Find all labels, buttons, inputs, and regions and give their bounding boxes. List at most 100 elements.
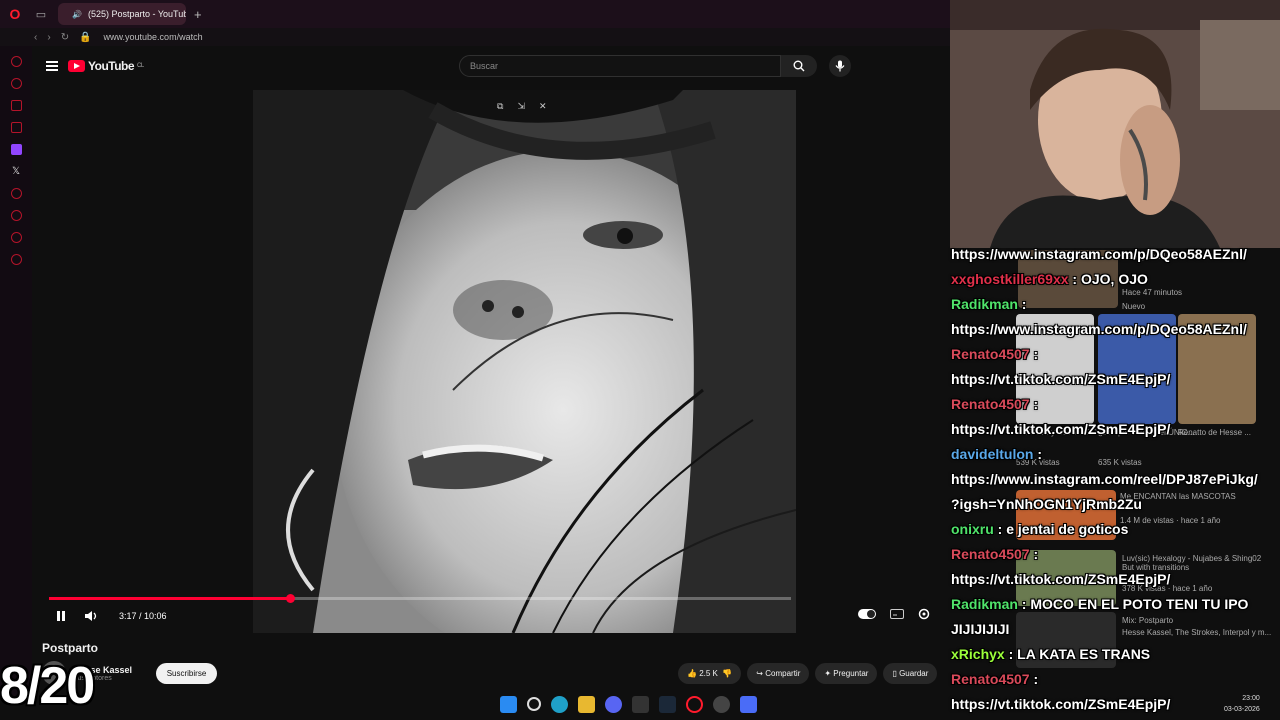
youtube-header: YouTube CL Buscar <box>32 46 950 86</box>
chat-message: Radikman : MOCO EN EL POTO TENI TU IPO <box>951 592 1280 617</box>
tab-title: (525) Postparto - YouTube <box>87 9 186 19</box>
address-bar: ‹ › ↻ 🔒 www.youtube.com/watch <box>0 28 950 46</box>
speaker-icon[interactable]: 🔊 <box>72 10 82 19</box>
progress-bar[interactable] <box>49 594 791 603</box>
search-icon[interactable] <box>527 697 541 711</box>
chat-separator: : <box>1029 396 1039 412</box>
chat-text: OJO, OJO <box>1080 271 1148 287</box>
chat-username[interactable]: xRichyx <box>951 646 1005 662</box>
new-tab-button[interactable]: + <box>194 7 202 22</box>
chat-message: https://vt.tiktok.com/ZSmE4EpjP/ <box>951 367 1280 392</box>
chat-separator: : <box>1029 546 1039 562</box>
sidebar-pinboard-icon[interactable] <box>10 232 22 243</box>
chat-username[interactable]: Renato4507 <box>951 671 1030 687</box>
chat-message: xRichyx : LA KATA ES TRANS <box>951 642 1280 667</box>
chat-message: JIJIJIJIJI <box>951 617 1280 642</box>
chat-text: MOCO EN EL POTO TENI TU IPO <box>1030 596 1249 612</box>
album-cover-image <box>253 90 796 633</box>
sidebar-app-icon[interactable] <box>10 100 22 111</box>
sidebar-twitch-icon[interactable] <box>10 144 22 155</box>
share-button[interactable]: ↪ Compartir <box>747 663 810 684</box>
ask-label: Preguntar <box>833 669 869 678</box>
windows-start-icon[interactable] <box>500 696 517 713</box>
save-button[interactable]: ▯ Guardar <box>883 663 938 684</box>
subtitles-icon[interactable] <box>890 609 904 619</box>
chat-separator: : <box>1033 446 1043 462</box>
edge-icon[interactable] <box>551 696 568 713</box>
chat-text: LA KATA ES TRANS <box>1017 646 1151 662</box>
time-display: 3:17 / 10:06 <box>119 611 167 621</box>
pause-icon[interactable] <box>49 609 73 623</box>
steam-icon[interactable] <box>659 696 676 713</box>
chat-username[interactable]: Renato4507 <box>951 546 1030 562</box>
chat-separator: : <box>1068 271 1081 287</box>
sidebar-mail-icon[interactable] <box>10 122 22 133</box>
obs-icon[interactable] <box>713 696 730 713</box>
chat-separator: : <box>1017 296 1027 312</box>
chat-text: https://vt.tiktok.com/ZSmE4EpjP/ <box>951 421 1171 437</box>
tab-youtube[interactable]: 🔊 (525) Postparto - YouTube <box>58 3 186 25</box>
screen: O ▭ 🔊 (525) Postparto - YouTube + ‹ › ↻ … <box>0 0 1280 720</box>
tab-switcher-icon[interactable]: ▭ <box>30 8 52 21</box>
chat-text: https://www.instagram.com/p/DQeo58AEZnl/ <box>951 246 1247 262</box>
like-button[interactable]: 👍 2.5 K 👎 <box>678 663 742 684</box>
video-title: Postparto <box>42 641 99 655</box>
system-clock[interactable]: 23:00 03-03-2026 <box>1224 693 1260 715</box>
settings-icon[interactable] <box>918 608 930 620</box>
sidebar-settings-icon[interactable] <box>10 254 22 265</box>
chat-username[interactable]: Renato4507 <box>951 396 1030 412</box>
file-explorer-icon[interactable] <box>578 696 595 713</box>
opera-gx-icon[interactable] <box>686 696 703 713</box>
miniplayer-icon[interactable]: ⧉ <box>497 101 503 112</box>
voice-search-button[interactable] <box>829 55 851 77</box>
chat-message: Renato4507 : <box>951 392 1280 417</box>
volume-icon[interactable] <box>81 609 105 623</box>
chat-username[interactable]: Radikman <box>951 296 1018 312</box>
search-icon <box>793 60 805 72</box>
share-label: Compartir <box>765 669 801 678</box>
youtube-logo[interactable]: YouTube CL <box>68 59 144 73</box>
menu-icon[interactable] <box>46 59 58 74</box>
chat-username[interactable]: xxghostkiller69xx <box>951 271 1069 287</box>
chat-message: ?igsh=YnNhOGN1YjRmb2Zu <box>951 492 1280 517</box>
reload-icon[interactable]: ↻ <box>61 32 69 43</box>
subscribe-button[interactable]: Suscribirse <box>156 663 217 684</box>
opera-logo-icon[interactable]: O <box>0 0 30 28</box>
chat-message: Renato4507 : <box>951 542 1280 567</box>
search-button[interactable] <box>781 55 817 77</box>
sidebar-player-icon[interactable] <box>10 188 22 199</box>
chat-username[interactable]: Radikman <box>951 596 1018 612</box>
chat-username[interactable]: davideltulon <box>951 446 1033 462</box>
url-field[interactable]: www.youtube.com/watch <box>104 32 203 42</box>
video-player[interactable] <box>253 90 796 633</box>
sidebar-speeddial-icon[interactable] <box>10 56 22 67</box>
webcam-overlay <box>950 0 1280 248</box>
chat-separator: : <box>1029 346 1039 362</box>
forward-icon[interactable]: › <box>47 32 50 43</box>
sidebar-x-icon[interactable]: 𝕏 <box>12 166 20 177</box>
taskbar-icons <box>500 696 757 713</box>
close-icon[interactable]: ✕ <box>539 101 547 112</box>
sidebar-history-icon[interactable] <box>10 210 22 221</box>
chat-message: Radikman : <box>951 292 1280 317</box>
chat-text: https://www.instagram.com/reel/DPJ87ePiJ… <box>951 471 1258 487</box>
sidebar-aria-icon[interactable] <box>10 78 22 89</box>
discord-icon[interactable] <box>605 696 622 713</box>
region-code: CL <box>137 63 144 69</box>
back-icon[interactable]: ‹ <box>34 32 37 43</box>
ask-button[interactable]: ✦ Preguntar <box>815 663 878 684</box>
thumbs-down-icon[interactable]: 👎 <box>720 669 732 678</box>
epic-games-icon[interactable] <box>632 696 649 713</box>
chat-text: e jentai de goticos <box>1006 521 1129 537</box>
search-input[interactable]: Buscar <box>459 55 781 77</box>
chat-username[interactable]: onixru <box>951 521 994 537</box>
pip-icon[interactable]: ⇲ <box>517 101 525 112</box>
chat-separator: : <box>993 521 1007 537</box>
autoplay-toggle[interactable] <box>858 609 876 619</box>
chat-separator: : <box>1017 596 1031 612</box>
app-icon[interactable] <box>740 696 757 713</box>
chat-username[interactable]: Renato4507 <box>951 346 1030 362</box>
chat-separator: : <box>1029 671 1039 687</box>
sparkle-icon: ✦ <box>824 669 834 678</box>
chat-message: xxghostkiller69xx : OJO, OJO <box>951 267 1280 292</box>
